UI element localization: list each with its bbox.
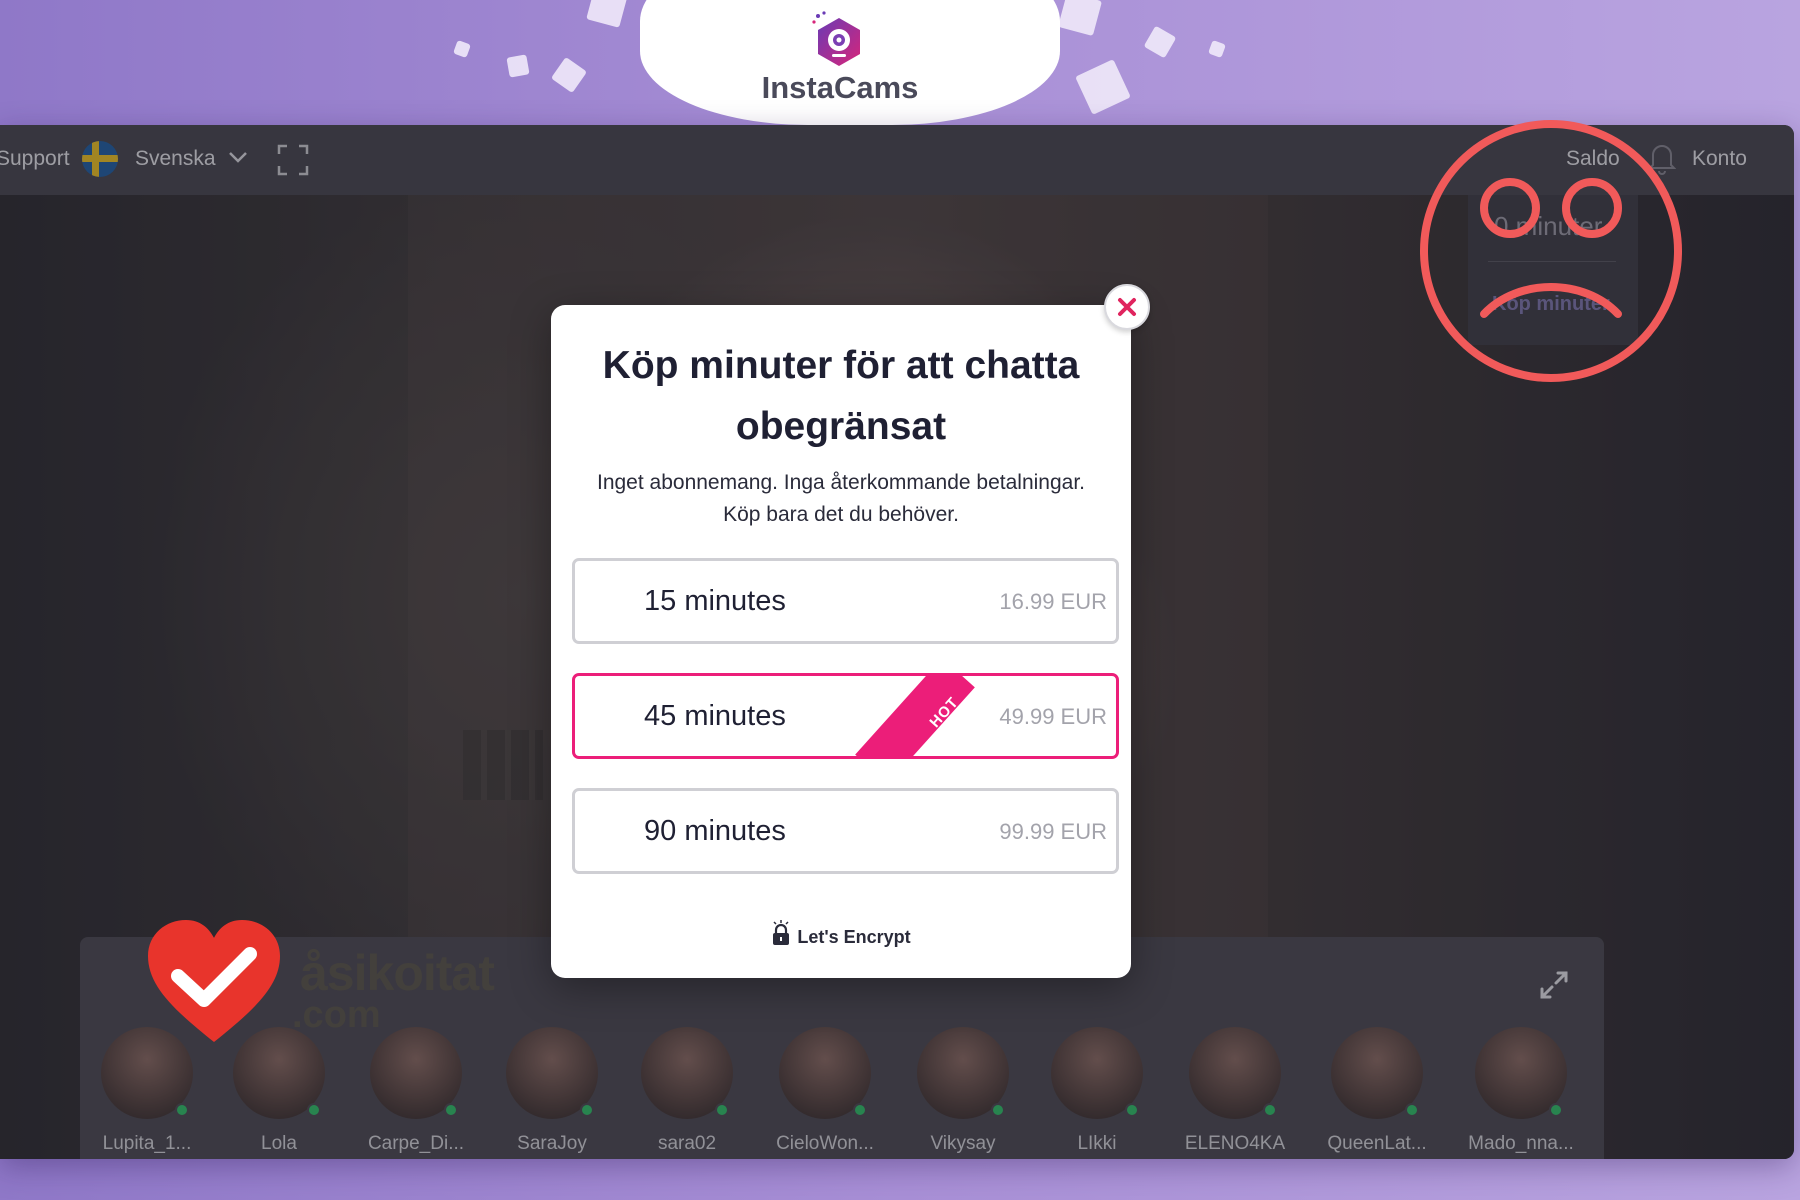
confetti-shape <box>586 0 628 28</box>
package-price: 99.99 EUR <box>999 819 1107 844</box>
sad-face-icon <box>1420 120 1682 382</box>
header-banner: InstaCams <box>0 0 1800 125</box>
package-option-45[interactable]: 45 minutes HOT 49.99 EUR <box>572 673 1119 759</box>
lock-icon <box>773 920 790 945</box>
webcam-logo-icon <box>812 11 860 66</box>
confetti-shape <box>1208 40 1226 58</box>
package-label: 15 minutes <box>644 585 786 617</box>
confetti-shape <box>1075 59 1131 115</box>
package-label: 45 minutes <box>644 700 786 732</box>
confetti-shape <box>550 56 588 94</box>
package-label: 90 minutes <box>644 815 786 847</box>
modal-title: Köp minuter för att chatta obegränsat <box>602 344 1080 448</box>
package-option-15[interactable]: 15 minutes 16.99 EUR <box>572 558 1119 644</box>
modal-subtitle: Inget abonnemang. Inga återkommande beta… <box>571 467 1111 531</box>
close-button[interactable] <box>1104 284 1150 330</box>
security-label: Let's Encrypt <box>797 927 911 947</box>
close-icon <box>1118 298 1136 316</box>
brand-name: InstaCams <box>761 70 919 105</box>
confetti-shape <box>506 54 530 78</box>
package-option-90[interactable]: 90 minutes 99.99 EUR <box>572 788 1119 874</box>
confetti-shape <box>1057 0 1103 37</box>
watermark-domain: .com <box>292 994 381 1036</box>
security-badge: Let's Encrypt <box>551 920 1131 948</box>
hot-ribbon <box>855 676 975 756</box>
confetti-shape <box>453 40 471 58</box>
watermark-heart-check-icon <box>148 920 280 1042</box>
package-price: 16.99 EUR <box>999 589 1107 614</box>
package-price: 49.99 EUR <box>999 704 1107 729</box>
modal-subtitle-line: Köp bara det du behöver. <box>723 503 959 526</box>
modal-subtitle-line: Inget abonnemang. Inga återkommande beta… <box>596 471 1085 494</box>
buy-minutes-modal: Köp minuter för att chatta obegränsat In… <box>551 305 1131 978</box>
confetti-shape <box>1143 25 1177 59</box>
